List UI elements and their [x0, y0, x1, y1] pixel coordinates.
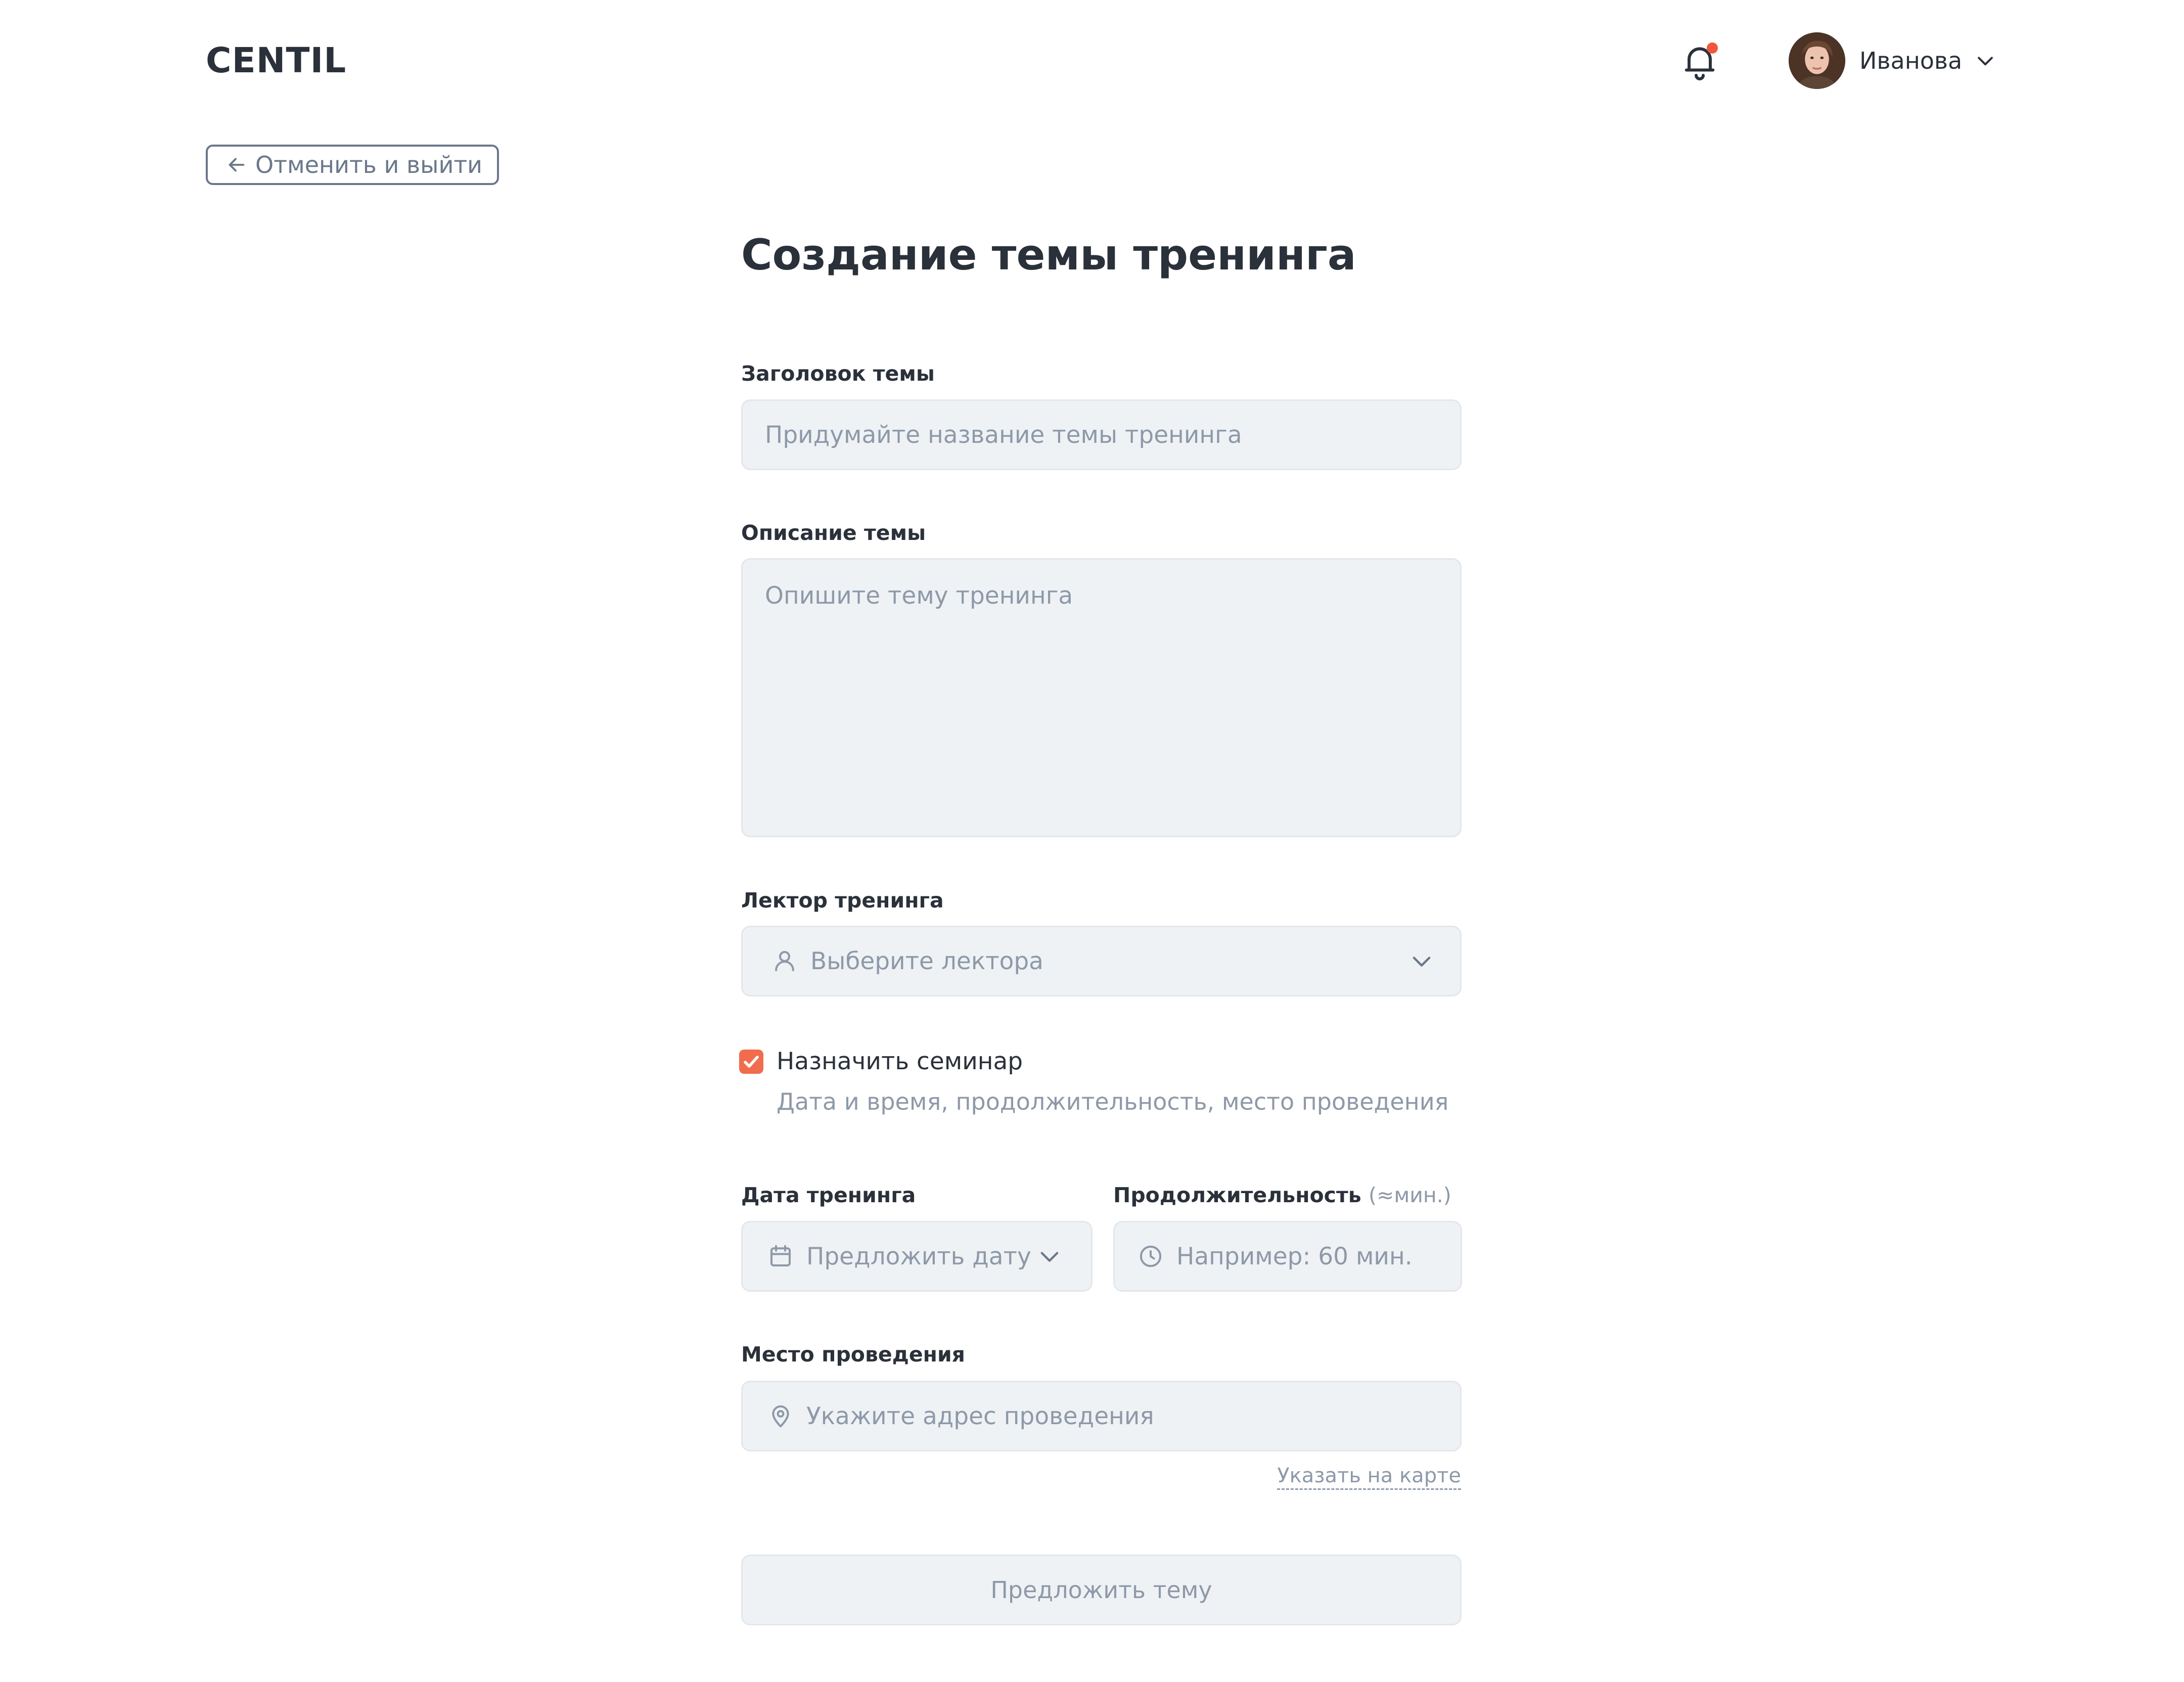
description-textarea[interactable]: Опишите тему тренинга — [741, 558, 1462, 837]
location-placeholder: Укажите адрес проведения — [806, 1402, 1154, 1430]
clock-icon — [1137, 1243, 1164, 1270]
page-title: Создание темы тренинга — [741, 230, 1356, 280]
cancel-and-exit-button[interactable]: Отменить и выйти — [206, 145, 499, 185]
topic-title-label: Заголовок темы — [741, 361, 935, 386]
description-placeholder: Опишите тему тренинга — [765, 582, 1073, 610]
location-label: Место проведения — [741, 1342, 966, 1367]
propose-topic-label: Предложить тему — [990, 1576, 1212, 1604]
show-on-map-link[interactable]: Указать на карте — [1277, 1464, 1461, 1490]
duration-label: Продолжительность (≈мин.) — [1113, 1183, 1451, 1207]
user-icon — [771, 947, 798, 975]
calendar-icon — [767, 1243, 794, 1270]
assign-seminar-checkbox[interactable] — [739, 1050, 763, 1074]
lecturer-label: Лектор тренинга — [741, 888, 944, 913]
user-menu[interactable]: Иванова — [1789, 32, 1996, 89]
user-name: Иванова — [1859, 47, 1963, 74]
lecturer-select[interactable]: Выберите лектора — [741, 926, 1462, 996]
propose-topic-button[interactable]: Предложить тему — [741, 1555, 1462, 1625]
arrow-left-icon — [225, 153, 248, 176]
duration-placeholder: Например: 60 мин. — [1176, 1242, 1413, 1270]
notifications-button[interactable] — [1678, 39, 1721, 83]
training-date-placeholder: Предложить дату — [806, 1242, 1031, 1270]
assign-seminar-hint: Дата и время, продолжительность, место п… — [777, 1088, 1449, 1115]
check-icon — [739, 1050, 763, 1074]
duration-input[interactable]: Например: 60 мин. — [1113, 1221, 1462, 1292]
topic-title-input[interactable]: Придумайте название темы тренинга — [741, 399, 1462, 470]
location-input[interactable]: Укажите адрес проведения — [741, 1381, 1462, 1451]
assign-seminar-label[interactable]: Назначить семинар — [777, 1048, 1023, 1075]
chevron-down-icon — [1036, 1243, 1063, 1269]
training-date-label: Дата тренинга — [741, 1183, 916, 1207]
chevron-down-icon — [1408, 948, 1435, 974]
chevron-down-icon — [1974, 50, 1996, 72]
cancel-and-exit-label: Отменить и выйти — [255, 151, 483, 178]
lecturer-placeholder: Выберите лектора — [810, 947, 1043, 975]
page: CENTIL Иванова Отменить и выйти Создание… — [0, 0, 2184, 1682]
avatar — [1789, 32, 1845, 89]
duration-label-suffix: (≈мин.) — [1368, 1183, 1451, 1207]
training-date-select[interactable]: Предложить дату — [741, 1221, 1093, 1292]
duration-label-text: Продолжительность — [1113, 1183, 1361, 1207]
map-pin-icon — [767, 1402, 794, 1430]
topic-title-placeholder: Придумайте название темы тренинга — [765, 421, 1242, 449]
notification-dot — [1707, 42, 1718, 54]
logo[interactable]: CENTIL — [206, 40, 346, 81]
description-label: Описание темы — [741, 521, 926, 545]
